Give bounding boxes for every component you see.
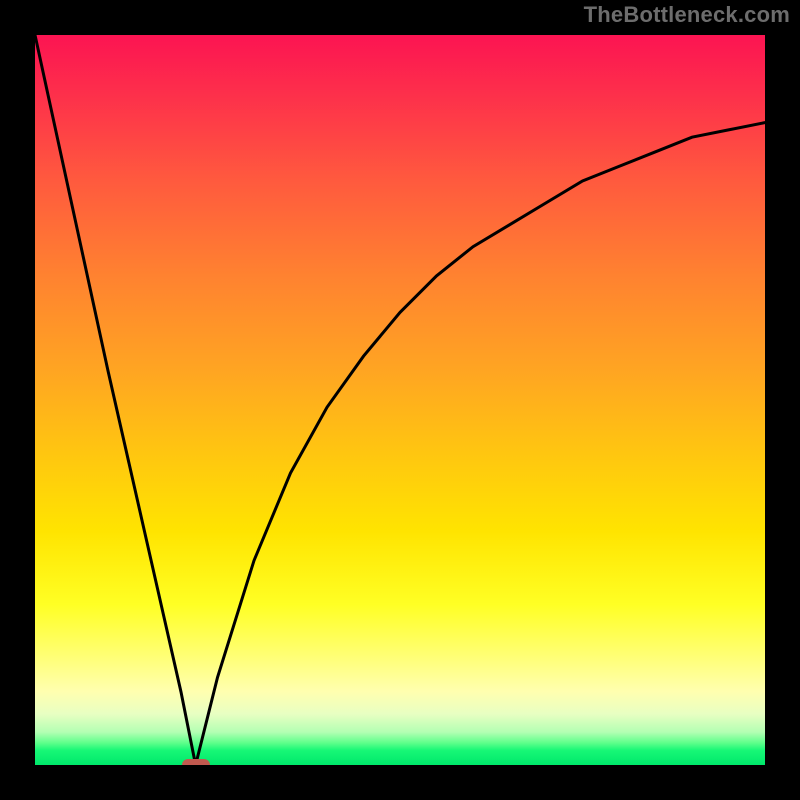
- watermark-text: TheBottleneck.com: [584, 2, 790, 28]
- bottleneck-curve: [35, 35, 765, 765]
- plot-area: [35, 35, 765, 765]
- minimum-marker: [182, 759, 210, 765]
- curve-overlay: [35, 35, 765, 765]
- chart-frame: TheBottleneck.com: [0, 0, 800, 800]
